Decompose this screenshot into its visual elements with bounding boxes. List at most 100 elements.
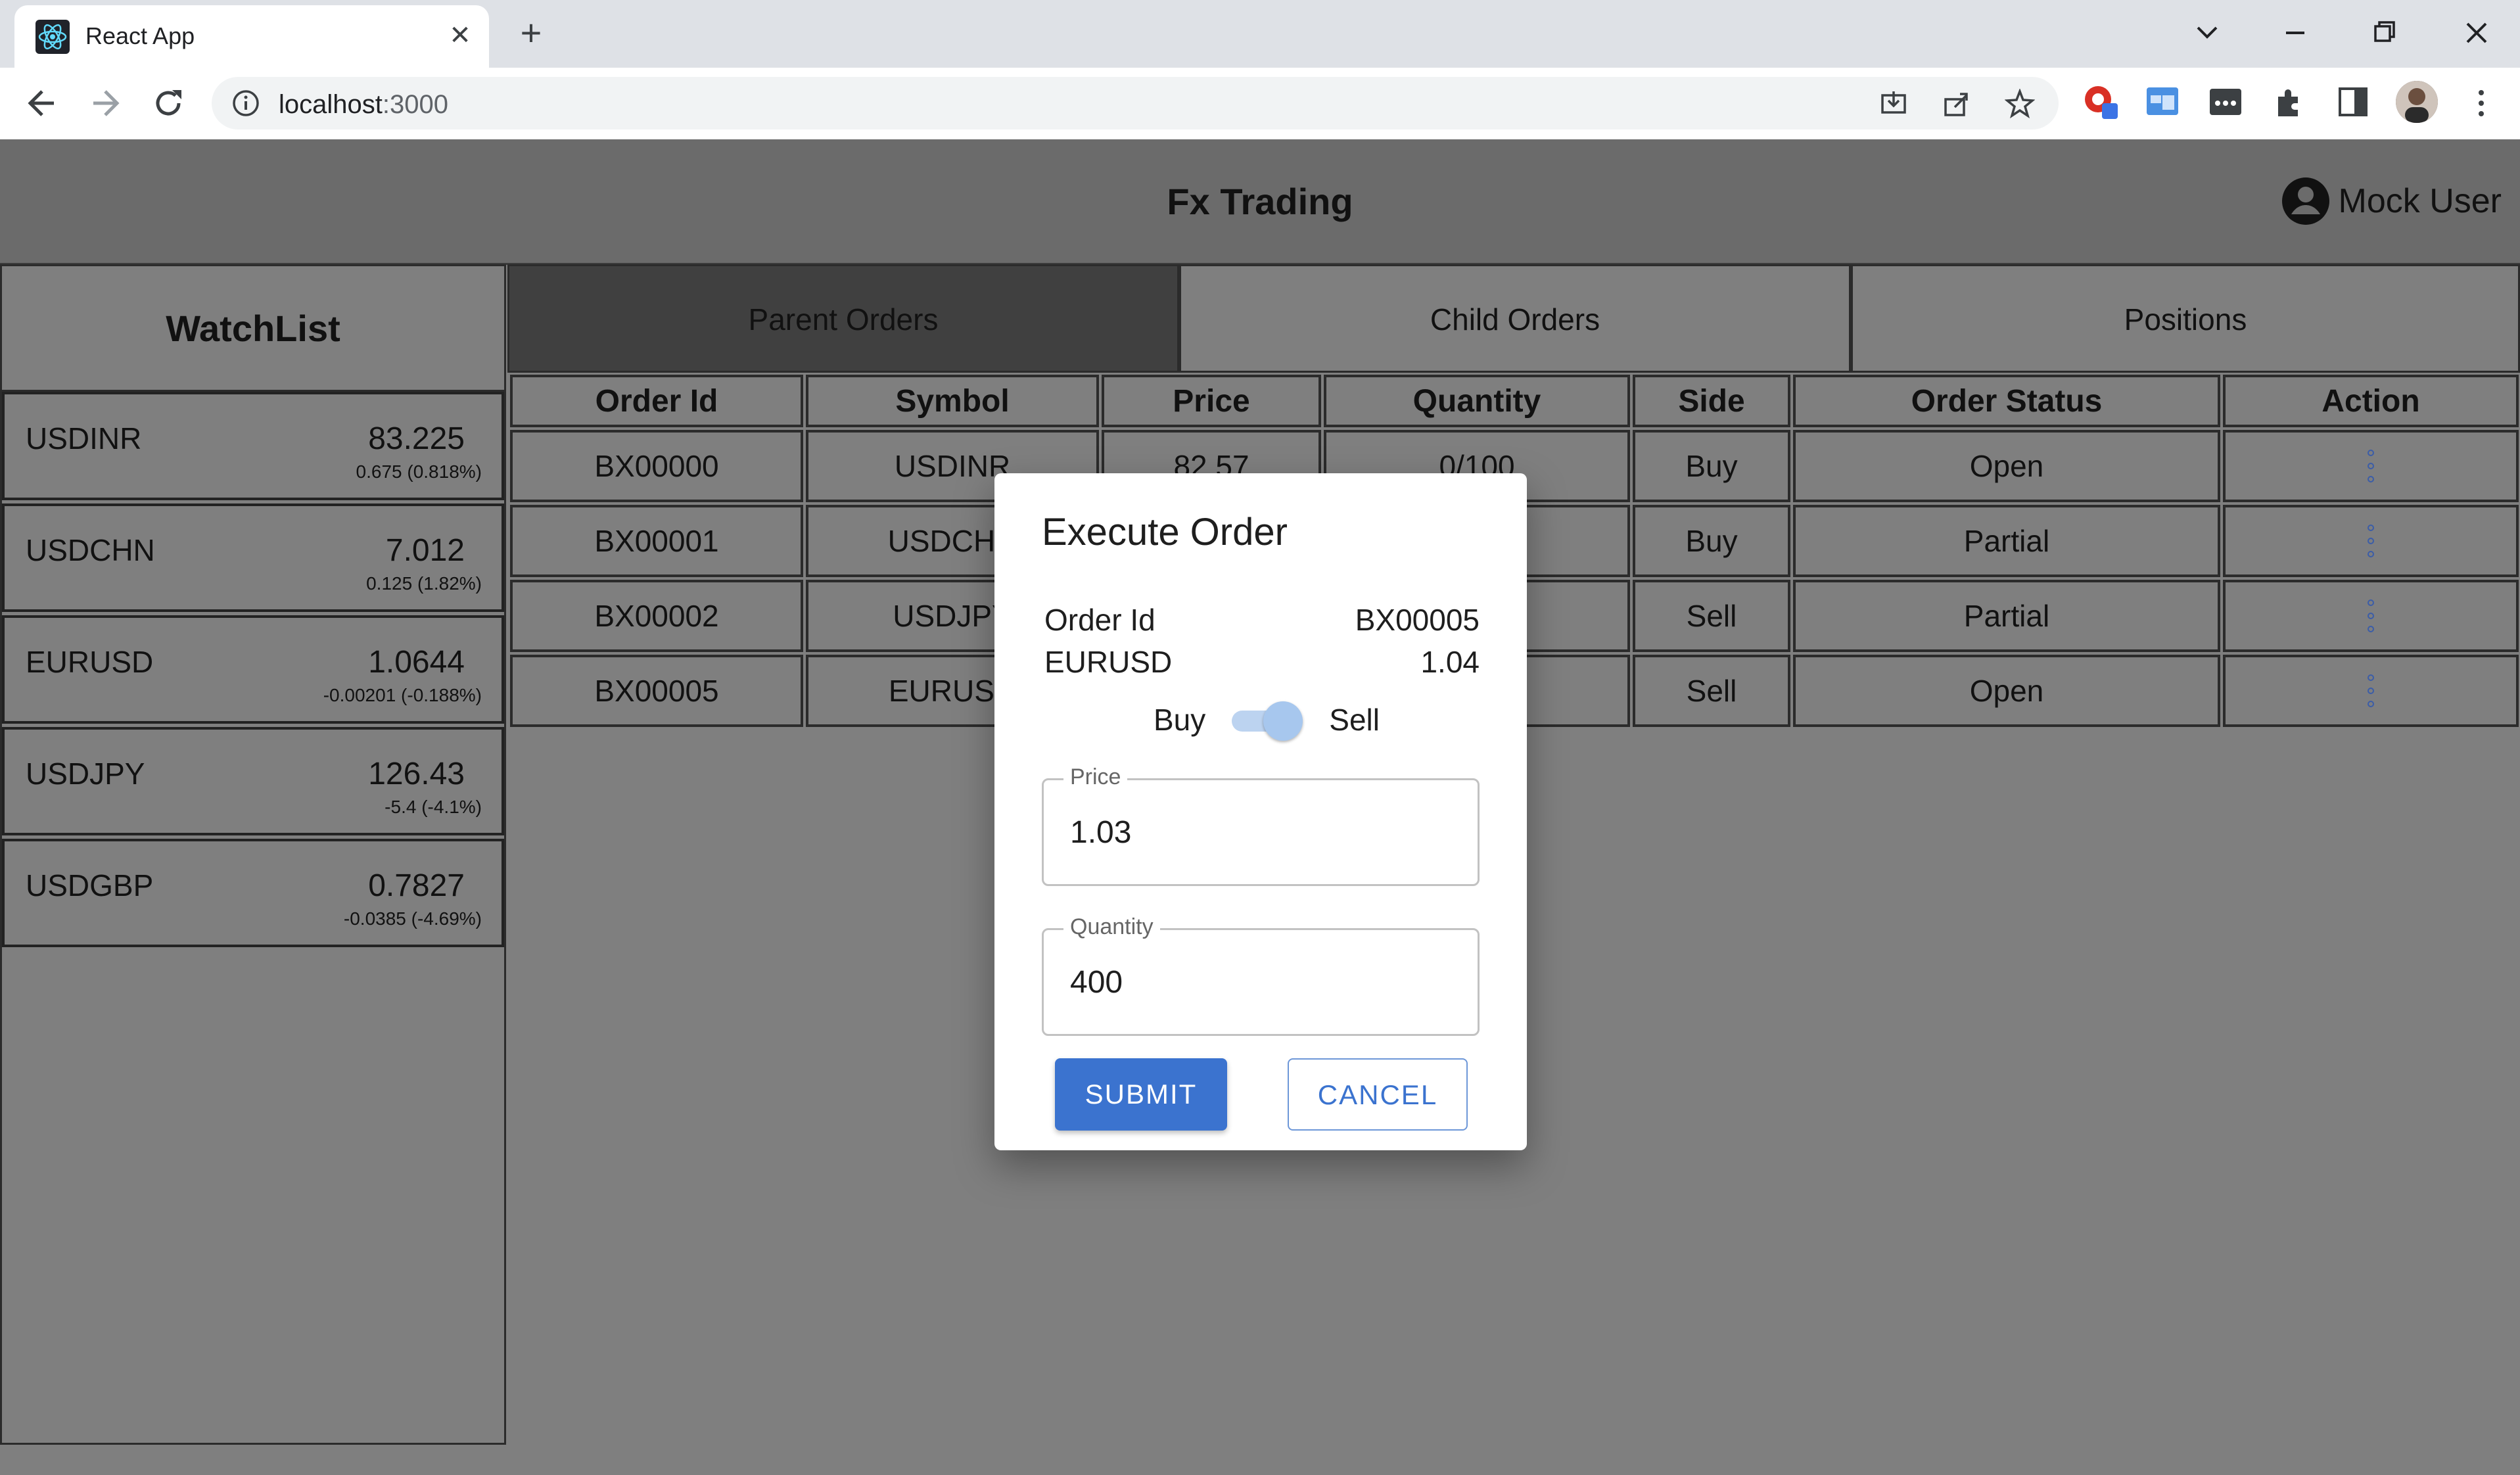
extensions-puzzle-icon[interactable] xyxy=(2272,83,2308,120)
table-cell-order-id: BX00001 xyxy=(510,505,803,577)
app-header: Fx Trading Mock User xyxy=(0,139,2520,265)
table-cell-order-id: BX00005 xyxy=(510,655,803,727)
watchlist-item-usdchn[interactable]: USDCHN 7.012 0.125 (1.82%) xyxy=(2,503,504,612)
watchlist-change: -0.00201 (-0.188%) xyxy=(323,685,482,705)
switch-thumb[interactable] xyxy=(1263,701,1303,741)
quantity-input[interactable]: 400 xyxy=(1070,964,1123,1000)
column-header-order-id[interactable]: Order Id xyxy=(510,375,803,427)
more-vert-icon[interactable] xyxy=(2366,448,2375,484)
react-logo-icon xyxy=(35,20,70,54)
table-cell-side: Buy xyxy=(1633,430,1790,502)
submit-button[interactable]: SUBMIT xyxy=(1055,1058,1227,1131)
account-circle-icon xyxy=(2281,177,2329,225)
tab-child-orders[interactable]: Child Orders xyxy=(1179,264,1851,373)
watchlist-symbol: EURUSD xyxy=(26,645,154,679)
url-text: localhost:3000 xyxy=(279,90,448,119)
column-header-symbol[interactable]: Symbol xyxy=(806,375,1099,427)
reload-icon[interactable] xyxy=(149,83,188,123)
extension-window-icon[interactable] xyxy=(2144,83,2181,120)
user-name: Mock User xyxy=(2338,182,2502,220)
close-tab-icon[interactable]: ✕ xyxy=(442,17,478,54)
table-cell-status: Open xyxy=(1793,430,2220,502)
tab-title: React App xyxy=(85,22,195,49)
restore-icon[interactable] xyxy=(2365,13,2404,53)
watchlist-symbol: USDINR xyxy=(26,421,142,456)
address-bar[interactable]: localhost:3000 xyxy=(212,77,2059,129)
more-vert-icon[interactable] xyxy=(2366,523,2375,559)
table-cell-status: Partial xyxy=(1793,505,2220,577)
dialog-title: Execute Order xyxy=(1042,511,1288,553)
order-id-value: BX00005 xyxy=(1355,603,1480,637)
cancel-button[interactable]: CANCEL xyxy=(1288,1058,1468,1131)
extension-red-icon[interactable] xyxy=(2082,83,2119,120)
watchlist-title: WatchList xyxy=(2,266,504,392)
order-id-label: Order Id xyxy=(1044,603,1155,637)
watchlist-panel: WatchList USDINR 83.225 0.675 (0.818%) U… xyxy=(0,264,506,1445)
table-cell-action xyxy=(2223,580,2519,652)
symbol-label: EURUSD xyxy=(1044,645,1173,679)
table-cell-order-id: BX00002 xyxy=(510,580,803,652)
watchlist-change: -5.4 (-4.1%) xyxy=(385,797,482,817)
column-header-side[interactable]: Side xyxy=(1633,375,1790,427)
profile-avatar[interactable] xyxy=(2396,81,2438,123)
side-panel-icon[interactable] xyxy=(2335,83,2371,120)
table-cell-action xyxy=(2223,430,2519,502)
watchlist-price: 126.43 xyxy=(368,757,465,791)
profile-photo-icon xyxy=(2396,81,2438,123)
table-cell-status: Open xyxy=(1793,655,2220,727)
bookmark-star-icon[interactable] xyxy=(2005,89,2035,119)
watchlist-change: 0.125 (1.82%) xyxy=(366,573,482,594)
browser-tab[interactable]: React App ✕ xyxy=(14,5,489,68)
chevron-down-icon[interactable] xyxy=(2187,13,2227,53)
price-field-label: Price xyxy=(1063,764,1128,790)
column-header-price[interactable]: Price xyxy=(1102,375,1321,427)
minimize-icon[interactable] xyxy=(2275,13,2315,53)
symbol-price: 1.04 xyxy=(1420,645,1480,679)
app-title: Fx Trading xyxy=(1167,181,1353,222)
quantity-field-label: Quantity xyxy=(1063,914,1160,940)
execute-order-dialog: Execute Order Order Id BX00005 EURUSD 1.… xyxy=(994,473,1527,1150)
column-header-quantity[interactable]: Quantity xyxy=(1324,375,1630,427)
table-cell-order-id: BX00000 xyxy=(510,430,803,502)
quantity-field[interactable]: Quantity 400 xyxy=(1042,914,1480,1036)
price-input[interactable]: 1.03 xyxy=(1070,814,1131,851)
buy-label: Buy xyxy=(1154,703,1206,737)
watchlist-price: 0.7827 xyxy=(368,868,465,903)
close-window-icon[interactable] xyxy=(2457,13,2496,53)
back-arrow-icon[interactable] xyxy=(22,83,62,123)
side-switch[interactable] xyxy=(1232,701,1303,741)
more-vert-icon[interactable] xyxy=(2366,597,2375,634)
column-header-order-status[interactable]: Order Status xyxy=(1793,375,2220,427)
new-tab-button[interactable]: + xyxy=(513,14,549,51)
more-vert-icon[interactable] xyxy=(2366,672,2375,709)
share-icon[interactable] xyxy=(1942,89,1972,119)
install-app-icon[interactable] xyxy=(1878,89,1909,119)
watchlist-change: 0.675 (0.818%) xyxy=(356,461,482,482)
watchlist-item-usdinr[interactable]: USDINR 83.225 0.675 (0.818%) xyxy=(2,392,504,500)
watchlist-symbol: USDCHN xyxy=(26,533,155,567)
chrome-menu-icon[interactable] xyxy=(2462,83,2501,123)
watchlist-symbol: USDJPY xyxy=(26,757,145,791)
table-cell-side: Buy xyxy=(1633,505,1790,577)
info-icon[interactable] xyxy=(231,89,260,118)
table-cell-status: Partial xyxy=(1793,580,2220,652)
watchlist-price: 1.0644 xyxy=(368,645,465,680)
watchlist-item-usdgbp[interactable]: USDGBP 0.7827 -0.0385 (-4.69%) xyxy=(2,839,504,947)
watchlist-symbol: USDGBP xyxy=(26,868,154,902)
watchlist-item-eurusd[interactable]: EURUSD 1.0644 -0.00201 (-0.188%) xyxy=(2,615,504,724)
tab-parent-orders[interactable]: Parent Orders xyxy=(507,264,1179,373)
tab-positions[interactable]: Positions xyxy=(1851,264,2520,373)
user-menu[interactable]: Mock User xyxy=(2279,175,2502,227)
watchlist-item-usdjpy[interactable]: USDJPY 126.43 -5.4 (-4.1%) xyxy=(2,727,504,835)
watchlist-price: 83.225 xyxy=(368,421,465,456)
price-field[interactable]: Price 1.03 xyxy=(1042,764,1480,886)
watchlist-price: 7.012 xyxy=(385,533,465,568)
extension-dots-icon[interactable] xyxy=(2207,83,2244,120)
table-cell-side: Sell xyxy=(1633,655,1790,727)
forward-arrow-icon[interactable] xyxy=(85,83,125,123)
symbol-row: EURUSD 1.04 xyxy=(1044,644,1480,680)
column-header-action[interactable]: Action xyxy=(2223,375,2519,427)
order-id-row: Order Id BX00005 xyxy=(1044,602,1480,638)
table-cell-action xyxy=(2223,655,2519,727)
side-toggle-group: Buy Sell xyxy=(1154,697,1380,743)
